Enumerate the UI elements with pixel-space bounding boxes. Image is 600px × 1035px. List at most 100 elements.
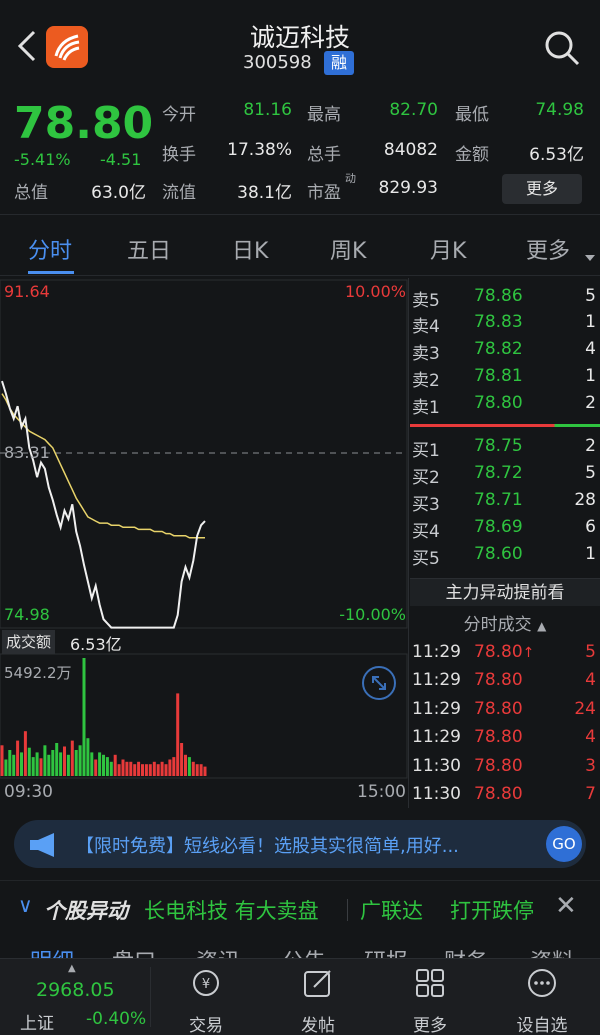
low-label: 最低	[455, 105, 489, 125]
tab-profile[interactable]: 资料	[530, 944, 574, 958]
high-value: 82.70	[389, 100, 438, 120]
index-value: 2968.05	[36, 979, 115, 1001]
volume-bar	[94, 759, 98, 776]
ticks-title[interactable]: 分时成交 ▲	[410, 610, 600, 635]
volume-bar	[12, 754, 16, 776]
tab-news[interactable]: 资讯	[196, 944, 240, 958]
pe-dynamic-sup: 动	[345, 172, 356, 185]
change-amount: -4.51	[100, 150, 142, 169]
ask-bid-ratio-bar	[410, 424, 600, 427]
alert-separator	[347, 899, 348, 921]
chart-tabs: 分时 五日 日K 周K 月K 更多	[0, 214, 600, 276]
volume-bar	[98, 752, 102, 776]
tab-research[interactable]: 研报	[364, 944, 408, 958]
tab-detail[interactable]: 明细	[30, 944, 74, 958]
volume-label: 成交额	[2, 630, 56, 654]
tab-finance[interactable]: 财务	[444, 944, 488, 958]
volume-bar	[43, 745, 47, 776]
chevron-down-icon[interactable]: ∨	[18, 893, 33, 917]
search-icon[interactable]	[542, 28, 582, 68]
volume-bar	[148, 764, 152, 776]
megaphone-icon	[30, 833, 54, 857]
tab-daily-k[interactable]: 日K	[232, 233, 268, 265]
volume-bar	[160, 761, 164, 776]
margin-badge: 融	[324, 51, 354, 75]
tab-handicap[interactable]: 盘口	[112, 944, 156, 958]
expand-chart-icon[interactable]	[362, 666, 396, 700]
tab-weekly-k[interactable]: 周K	[330, 233, 366, 265]
volume-bar	[191, 761, 195, 776]
float-cap-value: 38.1亿	[237, 183, 292, 203]
volume-bar	[86, 738, 90, 776]
alert-item[interactable]: 打开跌停	[450, 895, 534, 925]
promo-banner[interactable]: 【限时免费】短线必看！选股其实很简单,用好... GO	[14, 820, 586, 868]
bid-row: 买5 78.60 1	[412, 544, 596, 569]
current-price: 78.80	[14, 98, 154, 149]
caret-up-icon: ▲	[537, 619, 547, 633]
market-cap-value: 63.0亿	[91, 183, 146, 203]
change-percent: -5.41%	[14, 150, 71, 169]
average-price-line	[1, 393, 205, 539]
tab-intraday[interactable]: 分时	[28, 233, 72, 265]
bid-row: 买2 78.72 5	[412, 463, 596, 488]
tab-five-day[interactable]: 五日	[127, 233, 171, 265]
turnover-label: 换手	[162, 145, 196, 165]
volume-bar	[164, 764, 168, 776]
open-label: 今开	[162, 105, 196, 125]
volume-bar	[176, 693, 180, 776]
float-cap-label: 流值	[162, 183, 196, 203]
volume-bar	[121, 759, 125, 776]
volume-bar	[0, 745, 4, 776]
stock-alerts-bar[interactable]: ∨ 个股异动 长电科技 有大卖盘 广联达 打开跌停 ✕	[0, 880, 600, 936]
nav-add-watchlist[interactable]: 设自选	[496, 959, 588, 1035]
alert-item[interactable]: 广联达	[360, 895, 423, 925]
close-icon[interactable]: ✕	[555, 891, 577, 921]
more-dots-icon	[528, 969, 556, 997]
ask-row: 卖1 78.80 2	[412, 393, 596, 418]
volume-bar	[23, 731, 27, 776]
volume-bar	[90, 752, 94, 776]
detail-tabs: 明细 盘口 资讯 公告 研报 财务 资料	[0, 936, 600, 958]
trade-icon: ¥	[193, 970, 219, 996]
tab-monthly-k[interactable]: 月K	[430, 233, 466, 265]
caret-up-icon: ▲	[68, 963, 76, 974]
tab-active-indicator	[28, 271, 74, 274]
ask-row: 卖5 78.86 5	[412, 286, 596, 311]
volume-bar	[125, 761, 129, 776]
bid-row: 买1 78.75 2	[412, 436, 596, 461]
volume-bar	[137, 761, 141, 776]
edit-icon	[304, 970, 331, 997]
more-quote-button[interactable]: 更多	[502, 174, 582, 204]
low-value: 74.98	[535, 100, 584, 120]
pe-label: 市盈	[307, 183, 341, 203]
volume-bar	[47, 754, 51, 776]
axis-low-pct: -10.00%	[339, 605, 406, 624]
alert-item[interactable]: 长电科技 有大卖盘	[144, 895, 319, 925]
ask-row: 卖4 78.83 1	[412, 312, 596, 337]
grid-icon	[416, 969, 444, 997]
volume-axis-max: 5492.2万	[4, 664, 72, 682]
bottom-divider	[150, 967, 151, 1027]
nav-post[interactable]: 发帖	[272, 959, 364, 1035]
up-arrow-icon: ↑	[522, 645, 535, 661]
main-force-button[interactable]: 主力异动提前看	[410, 578, 600, 606]
tick-row: 11:29 78.80 4	[412, 727, 596, 747]
volume-bar	[203, 766, 207, 776]
volume-bar	[70, 740, 74, 776]
open-value: 81.16	[243, 100, 292, 120]
tick-row: 11:30 78.80 7	[412, 784, 596, 804]
go-button[interactable]: GO	[546, 826, 582, 862]
volume-bar	[59, 752, 63, 776]
tab-more[interactable]: 更多	[526, 233, 570, 265]
intraday-chart[interactable]: 91.64 10.00% 83.31 74.98 -10.00% 成交额 6.5…	[0, 278, 408, 808]
panel-divider	[408, 278, 409, 808]
nav-trade[interactable]: ¥ 交易	[160, 959, 252, 1035]
nav-more[interactable]: 更多	[384, 959, 476, 1035]
volume-bar	[63, 746, 66, 776]
volume-bar	[20, 752, 23, 776]
tab-announcement[interactable]: 公告	[282, 944, 326, 958]
price-chart-frame	[0, 279, 408, 629]
index-ticker[interactable]: ▲ 2968.05 上证 -0.40%	[0, 959, 150, 1035]
volume-bar	[51, 750, 55, 776]
volume-bar	[133, 764, 137, 776]
